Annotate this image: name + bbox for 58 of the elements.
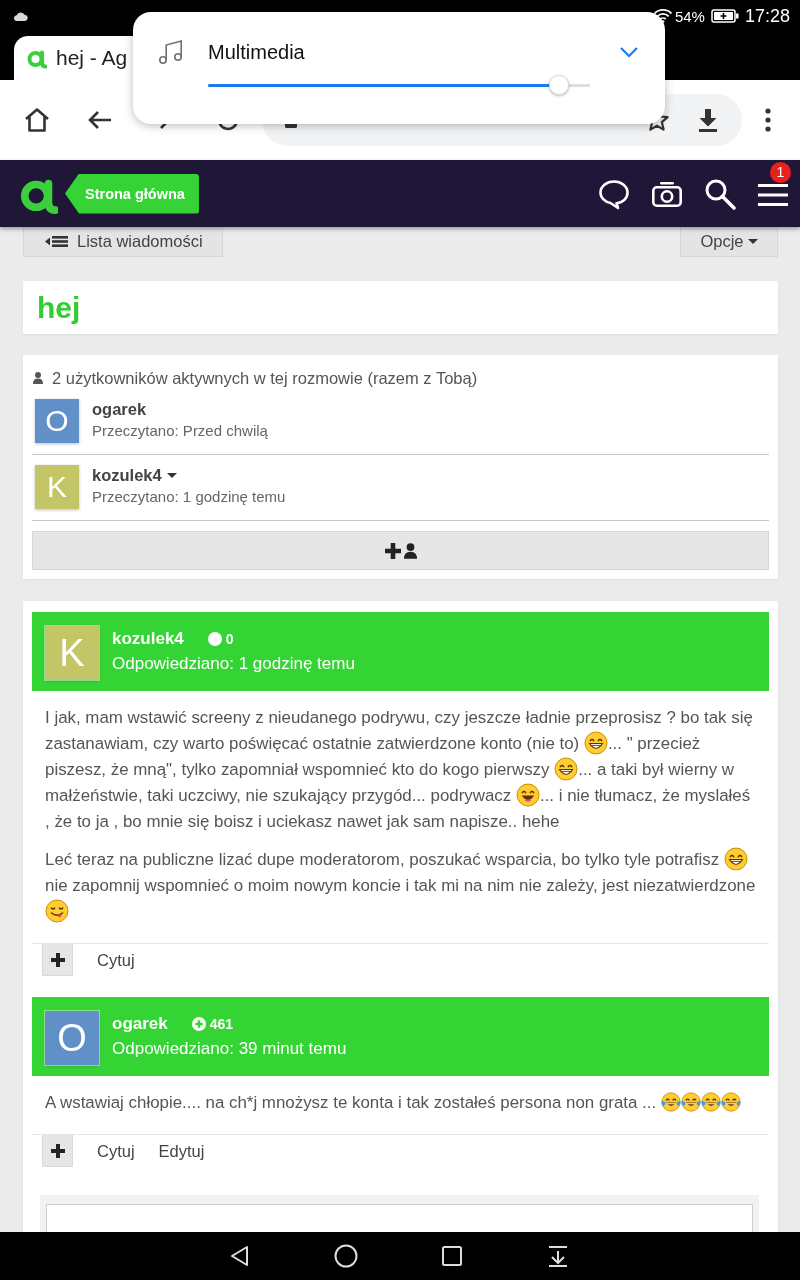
caret-down-icon[interactable] — [166, 472, 177, 478]
reputation-count: 0 — [225, 631, 234, 647]
post-time: Odpowiedziano: 39 minut temu — [112, 1039, 347, 1059]
reputation-count: 461 — [209, 1016, 234, 1032]
expand-button[interactable] — [42, 944, 73, 976]
cloud-icon — [12, 11, 28, 21]
menu-icon[interactable] — [756, 183, 790, 206]
user-icon — [33, 372, 43, 384]
user-name[interactable]: kozulek4 — [92, 465, 162, 485]
dot-icon — [207, 632, 222, 646]
expand-button[interactable] — [42, 1135, 73, 1167]
post-text: A wstawiaj chłopie.... na ch*j mnożysz te konta i tak zostałeś persona non grata ... — [45, 1090, 756, 1116]
grinning-face-icon — [554, 757, 579, 781]
home-icon[interactable] — [334, 1244, 358, 1268]
message-list-button[interactable]: Lista wiadomości — [23, 227, 223, 257]
avatar: O — [45, 1011, 99, 1065]
chevron-down-icon[interactable] — [619, 46, 639, 58]
user-icon — [403, 542, 417, 559]
post-time: Odpowiedziano: 1 godzinę temu — [112, 654, 355, 674]
tears-of-joy-face-icon — [660, 1092, 681, 1112]
tears-of-joy-face-icon — [720, 1092, 741, 1112]
avatar: K — [35, 465, 79, 509]
grinning-face-icon — [723, 847, 748, 871]
tears-of-joy-face-icon — [680, 1092, 701, 1112]
clock: 17:28 — [744, 5, 790, 27]
plus-icon — [50, 952, 65, 967]
notification-badge: 1 — [770, 161, 791, 183]
action-link[interactable]: Cytuj — [97, 1141, 135, 1161]
action-link[interactable]: Edytuj — [158, 1141, 205, 1161]
grinning-face-icon — [583, 731, 608, 755]
caret-down-icon — [747, 239, 758, 244]
volume-label: Multimedia — [208, 40, 306, 64]
battery-icon — [710, 9, 739, 23]
list-icon — [45, 235, 69, 248]
tongue-out-face-icon — [45, 899, 69, 923]
recent-apps-icon[interactable] — [440, 1244, 464, 1268]
plus-icon — [50, 1143, 65, 1158]
laughing-face-icon — [515, 783, 540, 807]
plus-icon — [384, 542, 401, 559]
read-status: Przeczytano: 1 godzinę temu — [92, 488, 286, 505]
tears-of-joy-face-icon — [700, 1092, 721, 1112]
avatar: K — [45, 626, 99, 680]
conversation-title: hej — [37, 290, 81, 325]
download-icon[interactable] — [696, 107, 720, 133]
arrow-down-bar-icon[interactable] — [546, 1244, 570, 1268]
post-text: Leć teraz na publiczne lizać dupe moderatorom, poszukać wsparcia, bo tylko tyle potrafisz nie zapomnij wspomnieć o moim nowym koncie i tak mi na nim nie zależy, jest niezatwierdzone — [45, 847, 756, 925]
options-button[interactable]: Opcje — [680, 227, 778, 257]
avatar: O — [35, 399, 79, 443]
user-name[interactable]: ogarek — [92, 399, 147, 419]
post-text: I jak, mam wstawić screeny z nieudanego podrywu, czy jeszcze ładnie przeprosisz ? bo tak się zastanawiam, czy warto poświęcać ostatnie zatwierdzone konto (nie to) ... " przecież piszesz, że mną", tylko zapomniał wspomnieć kto do kogo pierwszy ... a taki był wierny w małżeństwie, taki uczciwy, nie szukający przygód... podrywacz ... i nie tłumacz, że myslałeś , że to ja , bo mnie się boisz i uciekasz nawet jak sam napisze.. hehe — [45, 707, 754, 833]
slider-thumb[interactable] — [549, 75, 570, 95]
read-status: Przeczytano: Przed chwilą — [92, 422, 268, 439]
participants-summary: 2 użytkowników aktywnych w tej rozmowie (razem z Tobą) — [52, 368, 478, 388]
action-link[interactable]: Cytuj — [97, 950, 135, 970]
battery-level: 54% — [674, 7, 705, 25]
music-note-icon — [157, 38, 185, 66]
plus-circle-icon — [191, 1017, 206, 1031]
more-menu-icon[interactable] — [765, 108, 771, 132]
